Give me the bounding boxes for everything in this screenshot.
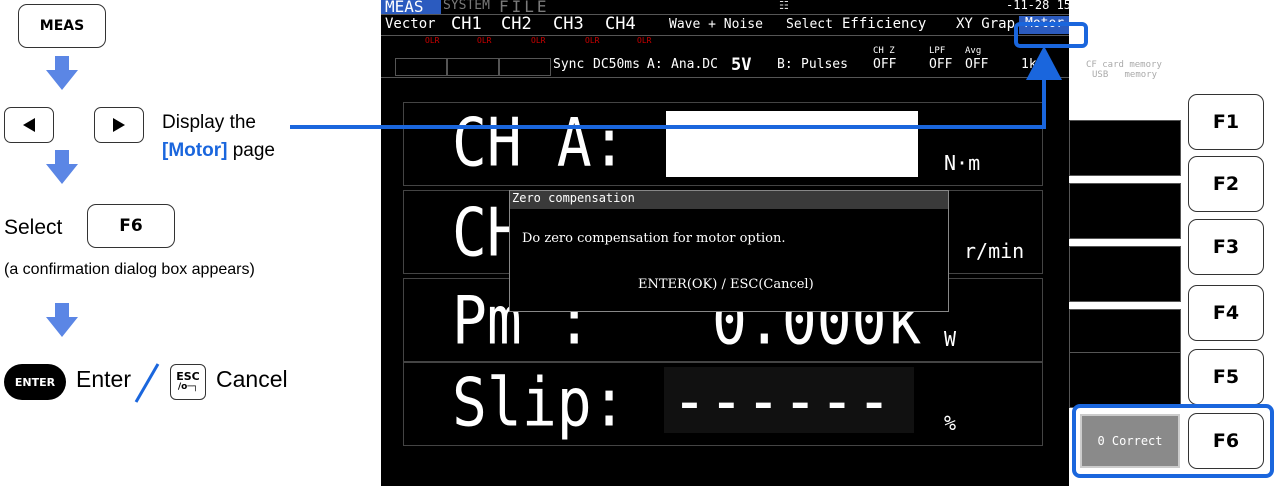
callout-line-icon [290, 46, 1062, 129]
